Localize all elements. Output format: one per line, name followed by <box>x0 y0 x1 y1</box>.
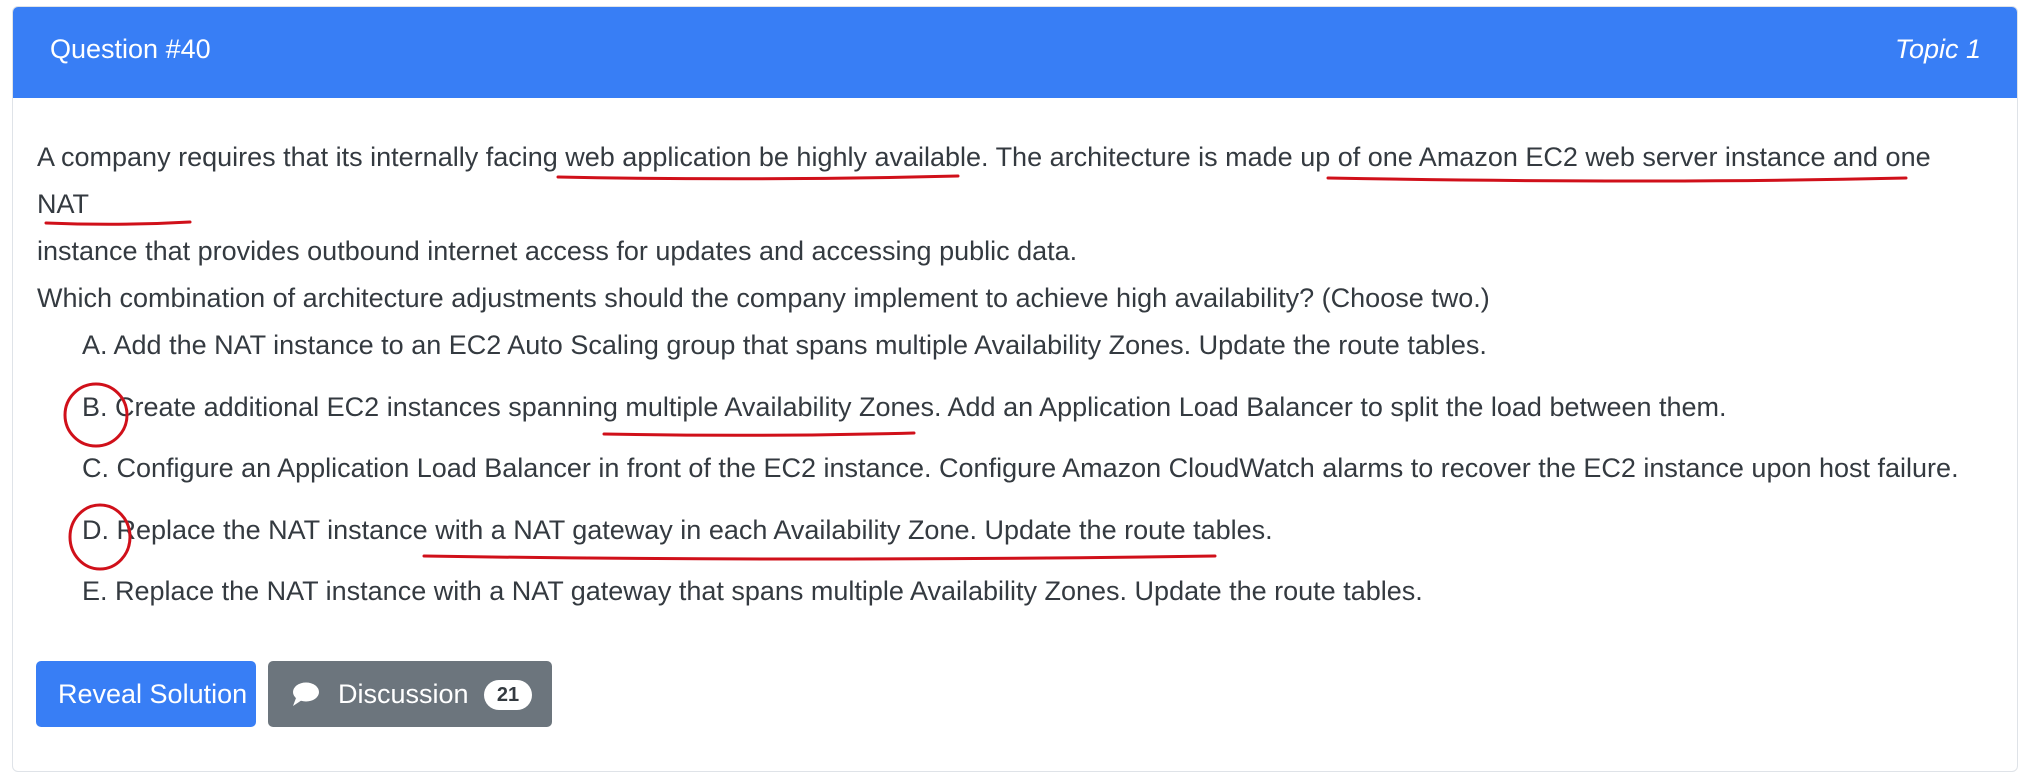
choice-text: Replace the NAT instance with a NAT gate… <box>116 514 1273 545</box>
answer-choices: A. Add the NAT instance to an EC2 Auto S… <box>82 329 1962 637</box>
chat-bubble-icon <box>293 682 319 706</box>
discussion-button[interactable]: Discussion 21 <box>268 661 552 727</box>
reveal-solution-label: Reveal Solution <box>58 679 248 709</box>
discussion-count-badge: 21 <box>484 680 532 710</box>
discussion-label: Discussion <box>338 679 469 709</box>
choice-letter: E. <box>82 576 108 606</box>
choice-e[interactable]: E. Replace the NAT instance with a NAT g… <box>82 575 1962 637</box>
question-line-1: A company requires that its internally f… <box>37 142 1931 219</box>
choice-b[interactable]: B. Create additional EC2 instances spann… <box>82 391 1962 453</box>
topic-label: Topic 1 <box>1894 34 1981 64</box>
question-line-3: Which combination of architecture adjust… <box>37 283 1490 313</box>
choice-d[interactable]: D. Replace the NAT instance with a NAT g… <box>82 514 1962 576</box>
choice-c[interactable]: C. Configure an Application Load Balance… <box>82 452 1962 514</box>
question-title: Question #40 <box>50 34 211 64</box>
choice-letter: C. <box>82 453 109 483</box>
question-text: A company requires that its internally f… <box>37 134 1967 322</box>
choice-text: Configure an Application Load Balancer i… <box>116 453 1959 483</box>
question-line-2: instance that provides outbound internet… <box>37 236 1078 266</box>
choice-a[interactable]: A. Add the NAT instance to an EC2 Auto S… <box>82 329 1962 391</box>
choice-text: Add the NAT instance to an EC2 Auto Scal… <box>113 330 1487 360</box>
choice-letter: B. <box>82 391 108 422</box>
choice-letter: A. <box>82 330 108 360</box>
choice-text: Create additional EC2 instances spanning… <box>115 391 1727 422</box>
choice-text: Replace the NAT instance with a NAT gate… <box>115 576 1423 606</box>
question-header: Question #40 Topic 1 <box>13 7 2017 98</box>
choice-letter: D. <box>82 514 109 545</box>
reveal-solution-button[interactable]: Reveal Solution <box>36 661 256 727</box>
